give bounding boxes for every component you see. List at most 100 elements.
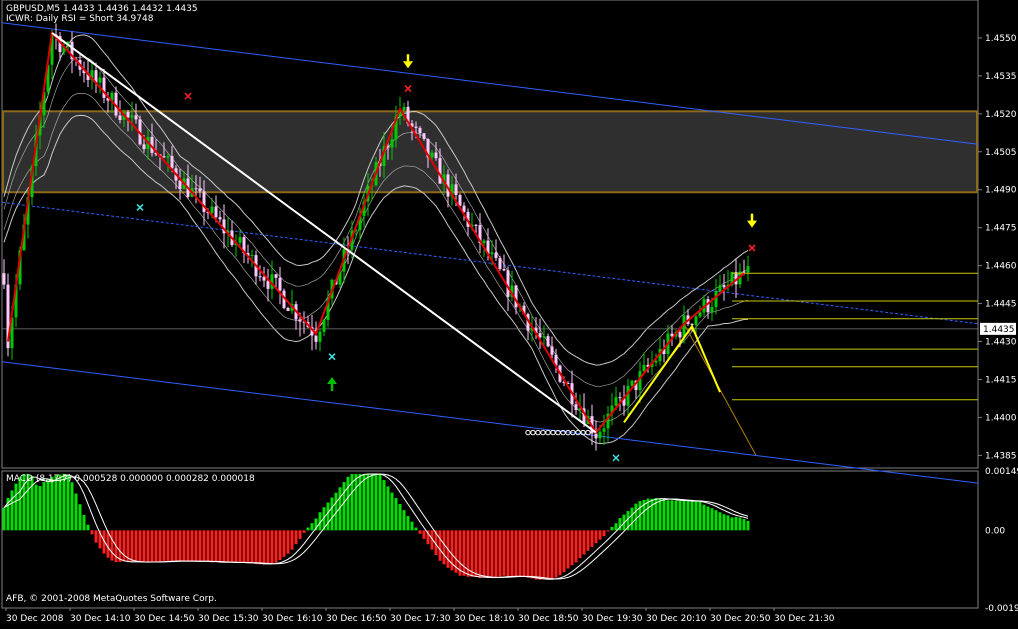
macd-bar [606,530,610,532]
x-tick-label: 30 Dec 18:10 [454,614,515,624]
macd-bar [370,473,374,531]
candle [266,268,270,302]
macd-bar [326,502,330,531]
candle-body [722,285,726,288]
macd-bar [174,530,178,562]
macd-bar [734,516,738,531]
x-tick-label: 30 Dec 14:50 [134,614,195,624]
macd-bar [510,530,514,577]
macd-bar [298,530,302,539]
candle [114,86,118,118]
y-tick-label: 1.4415 [985,375,1017,385]
candle-body [2,273,6,285]
candle-body [482,240,486,244]
candle [326,289,330,328]
candle-body [546,336,550,347]
macd-bar [490,530,494,578]
signal-circle [545,429,551,436]
macd-bar [302,530,306,533]
macd-bar [258,530,262,565]
candle-body [210,206,214,214]
signal-circle [550,429,556,436]
macd-bar [506,530,510,577]
macd-bar [498,530,502,577]
macd-bar [554,530,558,578]
candle-body [314,335,318,342]
candle [478,213,482,254]
arrow-up-icon [327,376,337,391]
macd-bar [110,530,114,561]
resistance-zone [2,110,978,194]
candle-body [598,431,602,439]
macd-bar [398,504,402,531]
macd-bar [578,530,582,559]
x-marker [612,454,620,462]
candle-body [322,319,326,332]
candle-body [718,285,722,292]
macd-bar [158,530,162,562]
candle-body [502,268,506,271]
candle-body [542,336,546,338]
candle [670,324,674,347]
macd-bar [378,474,382,531]
candle [494,239,498,261]
bollinger-upper [3,34,749,366]
macd-bar [470,530,474,577]
macd-bar [274,530,278,563]
macd-bar [538,530,542,580]
candle-body [550,346,554,355]
chart-svg: 1.4550 1.4535 1.4520 1.4505 1.4490 1.4475 1.44… [1,0,1018,624]
macd-bar [354,473,358,531]
main-frame [1,0,979,469]
macd-bar [706,506,710,531]
macd-bar [410,521,414,531]
y-tick-label: 1.4550 [985,34,1017,44]
macd-label: MACD (8,17,7) 0.000528 0.000000 0.000282… [6,474,255,484]
macd-bar [570,530,574,566]
macd-bar [362,473,366,531]
macd-bar [282,530,286,557]
candle [290,289,294,314]
macd-bar [154,530,158,562]
macd-bar [390,492,394,531]
y-tick-label: 1.4520 [985,110,1017,120]
candle-body [630,380,634,386]
candle [498,255,502,271]
candle [606,406,610,442]
candle-body [198,188,202,192]
x-tick-label: 30 Dec 16:10 [262,614,323,624]
macd-bar [690,501,694,531]
candle [314,321,318,350]
x-tick-label: 30 Dec 19:30 [582,614,643,624]
macd-bar [486,530,490,578]
candle-body [710,307,714,313]
candle [318,328,322,351]
candle-body [194,188,198,190]
macd-bar [478,530,482,578]
macd-bar [522,530,526,577]
macd-bar [482,530,486,578]
macd-bar [18,477,22,531]
macd-bar [610,526,614,531]
y-tick-label: 1.4430 [985,338,1017,348]
x-marker [136,203,144,211]
candle-body [162,156,166,158]
macd-bar [514,530,518,577]
macd-bar [94,530,98,543]
candle-body [454,184,458,195]
candle [538,318,542,350]
macd-bar [530,530,534,579]
macd-bar [142,530,146,562]
macd-bar [306,527,310,531]
macd-bar [602,530,606,537]
current-price-label: 1.4435 [983,325,1015,335]
candle-body [618,397,622,399]
chart-stage: 1.4550 1.4535 1.4520 1.4505 1.4490 1.4475 1.44… [0,0,1018,625]
candle-body [430,152,434,158]
macd-bar [10,490,14,531]
candle-body [218,217,222,220]
x-tick-label: 30 Dec 20:10 [646,614,707,624]
y-tick-label: 1.4505 [985,148,1017,158]
candle-body [134,115,138,120]
macd-bar [170,530,174,561]
